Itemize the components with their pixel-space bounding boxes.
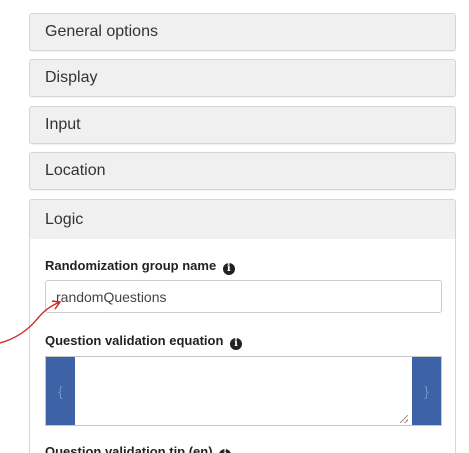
question-validation-equation-label: Question validation equation i [45,333,243,350]
panel-title: Logic [45,211,84,228]
panel-logic[interactable]: Logic [29,199,456,240]
panel-title: Input [45,116,81,133]
question-validation-tip-label: Question validation tip (en) i [45,444,232,453]
question-validation-tip-label-text: Question validation tip (en) [45,444,213,453]
question-settings-page: General options Display Input Location L… [0,0,469,453]
info-icon[interactable]: i [219,449,232,453]
open-brace: { [46,357,75,425]
panel-input[interactable]: Input [29,106,456,144]
info-icon[interactable]: i [222,263,235,275]
panel-title: General options [45,23,158,40]
validation-equation-textarea[interactable] [75,357,412,425]
panel-display[interactable]: Display [29,59,456,97]
panel-location[interactable]: Location [29,152,456,190]
close-brace: } [412,357,441,425]
panel-title: Location [45,162,106,179]
validation-equation-editor: { } [45,356,442,426]
resize-grip-icon[interactable] [400,415,408,423]
logic-panel-body: Randomization group name i Question vali… [29,239,456,453]
info-icon[interactable]: i [230,338,243,350]
question-validation-equation-label-text: Question validation equation [45,333,224,348]
panel-title: Display [45,69,98,86]
randomization-group-label: Randomization group name i [45,258,235,275]
panel-general-options[interactable]: General options [29,13,456,51]
randomization-group-label-text: Randomization group name [45,258,217,273]
randomization-group-input[interactable] [45,280,442,313]
